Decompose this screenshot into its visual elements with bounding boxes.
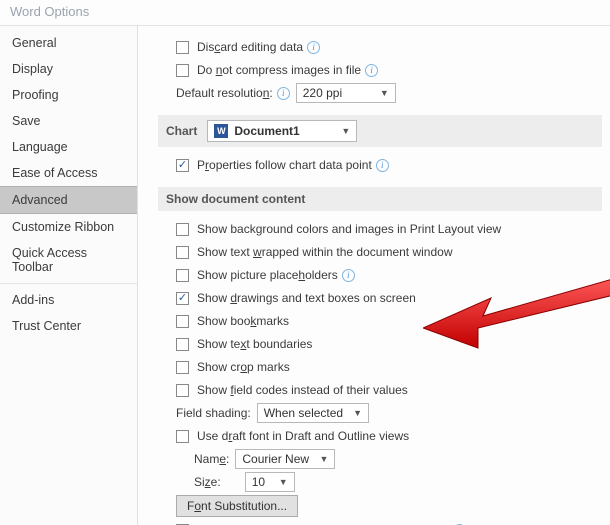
info-icon[interactable]: i (307, 41, 320, 54)
default-resolution-value: 220 ppi (303, 86, 342, 100)
discard-editing-label: Discard editing data (197, 40, 303, 54)
chart-document-value: Document1 (234, 124, 299, 138)
properties-follow-label: Properties follow chart data point (197, 158, 372, 172)
boundaries-label: Show text boundaries (197, 337, 312, 351)
font-name-value: Courier New (242, 452, 309, 466)
field-codes-label: Show field codes instead of their values (197, 383, 408, 397)
chevron-down-icon: ▼ (370, 88, 389, 98)
discard-editing-checkbox[interactable] (176, 41, 189, 54)
sidebar-item-save[interactable]: Save (0, 108, 137, 134)
sidebar-item-trust-center[interactable]: Trust Center (0, 313, 137, 339)
sidebar-separator (0, 283, 137, 284)
do-not-compress-checkbox[interactable] (176, 64, 189, 77)
document-content-section-label: Show document content (166, 192, 305, 206)
wrap-text-checkbox[interactable] (176, 246, 189, 259)
chart-section-label: Chart (166, 124, 197, 138)
sidebar-item-customize-ribbon[interactable]: Customize Ribbon (0, 214, 137, 240)
bg-colors-checkbox[interactable] (176, 223, 189, 236)
sidebar-item-general[interactable]: General (0, 30, 137, 56)
chevron-down-icon: ▼ (341, 126, 350, 136)
sidebar-item-display[interactable]: Display (0, 56, 137, 82)
info-icon[interactable]: i (277, 87, 290, 100)
font-size-select[interactable]: 10 ▼ (245, 472, 295, 492)
picture-placeholders-checkbox[interactable] (176, 269, 189, 282)
properties-follow-checkbox[interactable] (176, 159, 189, 172)
chevron-down-icon: ▼ (269, 477, 288, 487)
do-not-compress-label: Do not compress images in file (197, 63, 361, 77)
draft-font-checkbox[interactable] (176, 430, 189, 443)
default-resolution-label: Default resolution: (176, 86, 273, 100)
bookmarks-label: Show bookmarks (197, 314, 289, 328)
field-shading-select[interactable]: When selected ▼ (257, 403, 369, 423)
document-content-section-header: Show document content (158, 187, 602, 211)
bookmarks-checkbox[interactable] (176, 315, 189, 328)
sidebar-item-ease-of-access[interactable]: Ease of Access (0, 160, 137, 186)
sidebar-item-language[interactable]: Language (0, 134, 137, 160)
sidebar-item-proofing[interactable]: Proofing (0, 82, 137, 108)
default-resolution-row: Default resolution: i 220 ppi ▼ (176, 83, 602, 103)
font-name-label: Name: (194, 452, 229, 466)
main-layout: General Display Proofing Save Language E… (0, 25, 610, 525)
font-substitution-button[interactable]: Font Substitution... (176, 495, 298, 517)
crop-marks-label: Show crop marks (197, 360, 290, 374)
info-icon[interactable]: i (376, 159, 389, 172)
chart-section-header: Chart W Document1 ▼ (158, 115, 602, 147)
chevron-down-icon: ▼ (343, 408, 362, 418)
field-shading-value: When selected (264, 406, 343, 420)
window-title: Word Options (0, 0, 610, 25)
bg-colors-label: Show background colors and images in Pri… (197, 222, 501, 236)
sidebar: General Display Proofing Save Language E… (0, 26, 138, 525)
content-panel: Discard editing data i Do not compress i… (138, 26, 610, 525)
default-resolution-select[interactable]: 220 ppi ▼ (296, 83, 396, 103)
chevron-down-icon: ▼ (309, 454, 328, 464)
do-not-compress-row: Do not compress images in file i (176, 60, 602, 80)
wrap-text-label: Show text wrapped within the document wi… (197, 245, 452, 259)
font-size-label: Size: (194, 475, 221, 489)
sidebar-item-add-ins[interactable]: Add-ins (0, 287, 137, 313)
drawings-checkbox[interactable] (176, 292, 189, 305)
sidebar-item-advanced[interactable]: Advanced (0, 186, 137, 214)
font-name-select[interactable]: Courier New ▼ (235, 449, 335, 469)
boundaries-checkbox[interactable] (176, 338, 189, 351)
font-size-value: 10 (252, 475, 265, 489)
properties-follow-row: Properties follow chart data point i (176, 155, 602, 175)
drawings-label: Show drawings and text boxes on screen (197, 291, 416, 305)
picture-placeholders-label: Show picture placeholders (197, 268, 338, 282)
discard-editing-row: Discard editing data i (176, 37, 602, 57)
field-shading-label: Field shading: (176, 406, 251, 420)
field-codes-checkbox[interactable] (176, 384, 189, 397)
word-icon: W (214, 124, 228, 138)
crop-marks-checkbox[interactable] (176, 361, 189, 374)
info-icon[interactable]: i (342, 269, 355, 282)
draft-font-label: Use draft font in Draft and Outline view… (197, 429, 409, 443)
info-icon[interactable]: i (365, 64, 378, 77)
chart-document-select[interactable]: W Document1 ▼ (207, 120, 357, 142)
sidebar-item-quick-access-toolbar[interactable]: Quick Access Toolbar (0, 240, 137, 280)
